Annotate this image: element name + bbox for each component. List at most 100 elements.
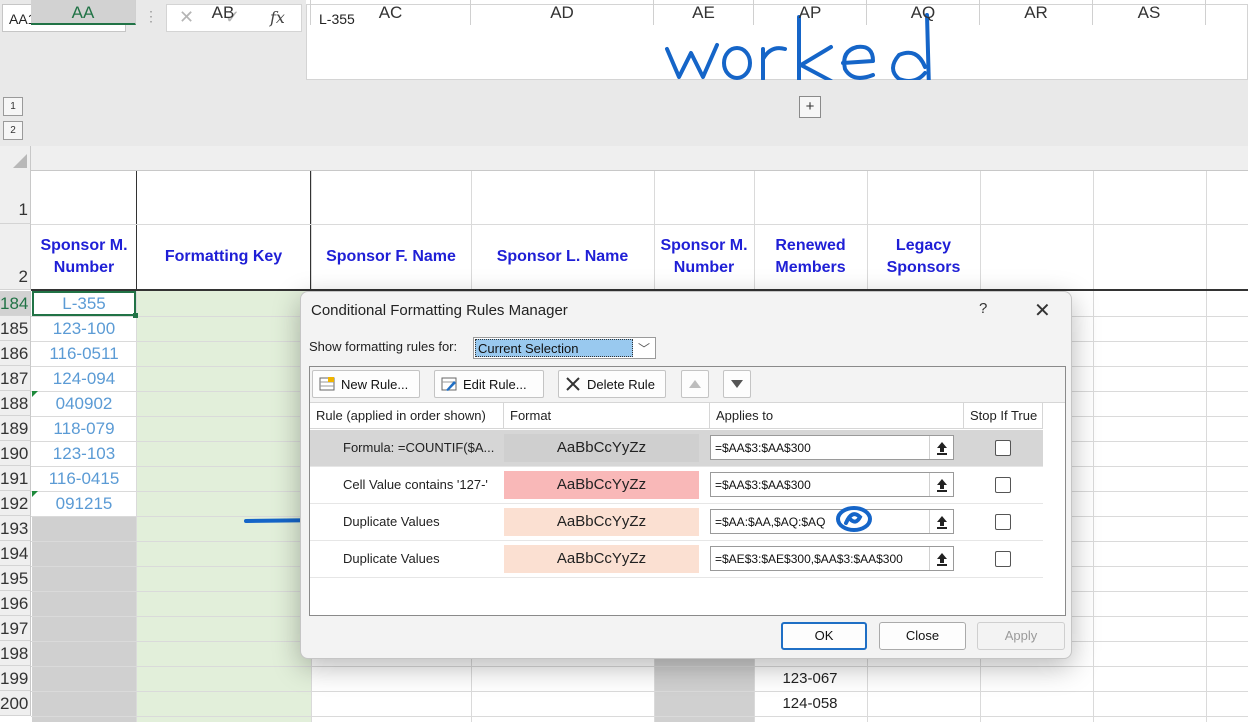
- column-header-rule[interactable]: Rule (applied in order shown): [310, 403, 504, 429]
- collapse-dialog-button[interactable]: [929, 510, 953, 533]
- row-header[interactable]: 196: [0, 591, 31, 616]
- row-header[interactable]: 198: [0, 641, 31, 666]
- cell-aa[interactable]: 116-0511: [32, 341, 136, 366]
- row-header-1[interactable]: 1: [0, 171, 31, 224]
- collapse-dialog-button[interactable]: [929, 547, 953, 570]
- cell-aa[interactable]: 124-094: [32, 366, 136, 391]
- grid-line: [1093, 171, 1094, 722]
- stop-if-true-checkbox[interactable]: [995, 551, 1011, 567]
- column-header-next[interactable]: [1206, 0, 1248, 25]
- cell-aa[interactable]: 118-079: [32, 416, 136, 441]
- header-cell-aa[interactable]: Sponsor M. Number: [32, 224, 136, 290]
- cell-aa[interactable]: 123-100: [32, 316, 136, 341]
- stop-if-true-checkbox[interactable]: [995, 514, 1011, 530]
- applies-to-field[interactable]: =$AA$3:$AA$300: [710, 472, 954, 497]
- rule-description: Formula: =COUNTIF($A...: [343, 440, 495, 455]
- cell-aa[interactable]: 040902: [32, 391, 136, 416]
- upload-arrow-icon: [936, 478, 947, 492]
- column-header-applies-to[interactable]: Applies to: [710, 403, 964, 429]
- fill-handle[interactable]: [133, 313, 138, 318]
- header-text: Number: [53, 259, 115, 276]
- rule-row[interactable]: Cell Value contains '127-' AaBbCcYyZz =$…: [310, 467, 1043, 504]
- applies-to-field[interactable]: =$AA$3:$AA$300: [710, 435, 954, 460]
- cell-aa[interactable]: 116-0415: [32, 466, 136, 491]
- row-header[interactable]: 187: [0, 366, 31, 391]
- applies-to-value: =$AA$3:$AA$300: [715, 441, 811, 455]
- row-header[interactable]: 190: [0, 441, 31, 466]
- grid-line: [31, 716, 1248, 717]
- close-icon[interactable]: ✕: [1034, 298, 1051, 323]
- close-button[interactable]: Close: [879, 622, 966, 650]
- applies-to-value: =$AA$3:$AA$300: [715, 478, 811, 492]
- rules-panel: New Rule... Edit Rule... Delete Rule Rul…: [309, 366, 1066, 616]
- header-cell-ad[interactable]: Sponsor L. Name: [471, 224, 654, 290]
- row-header[interactable]: 188: [0, 391, 31, 416]
- help-icon[interactable]: ?: [979, 300, 987, 317]
- row-header[interactable]: 194: [0, 541, 31, 566]
- stop-if-true-checkbox[interactable]: [995, 440, 1011, 456]
- column-header-aq[interactable]: AQ: [867, 0, 980, 25]
- move-down-button[interactable]: [723, 370, 751, 398]
- column-header-aa[interactable]: AA: [31, 0, 136, 25]
- triangle-down-icon: [731, 380, 743, 388]
- header-text: Sponsor F. Name: [326, 248, 456, 265]
- row-header[interactable]: 184: [0, 291, 31, 316]
- active-cell[interactable]: L-355: [32, 291, 136, 316]
- column-header-ae[interactable]: AE: [654, 0, 754, 25]
- header-cell-ac[interactable]: Sponsor F. Name: [311, 224, 471, 290]
- select-all-button[interactable]: [0, 146, 31, 171]
- edit-rule-button[interactable]: Edit Rule...: [434, 370, 544, 398]
- format-preview: AaBbCcYyZz: [504, 434, 699, 462]
- row-header[interactable]: 186: [0, 341, 31, 366]
- applies-to-field[interactable]: =$AE$3:$AE$300,$AA$3:$AA$300: [710, 546, 954, 571]
- expand-group-button[interactable]: +: [799, 96, 821, 118]
- rule-row[interactable]: Duplicate Values AaBbCcYyZz =$AE$3:$AE$3…: [310, 541, 1043, 578]
- column-header-ad[interactable]: AD: [471, 0, 654, 25]
- header-text: Members: [775, 259, 846, 276]
- header-cell-aq[interactable]: Legacy Sponsors: [867, 224, 980, 290]
- column-header-ab[interactable]: AB: [136, 0, 311, 25]
- column-header-format[interactable]: Format: [504, 403, 710, 429]
- cell-ap[interactable]: 123-067: [754, 666, 866, 691]
- cell-aa[interactable]: 091215: [32, 491, 136, 516]
- rule-description: Duplicate Values: [343, 514, 440, 529]
- row-header[interactable]: 193: [0, 516, 31, 541]
- column-header-stop-if-true[interactable]: Stop If True: [964, 403, 1043, 429]
- row-header[interactable]: 189: [0, 416, 31, 441]
- outline-level-1-button[interactable]: 1: [3, 97, 23, 116]
- move-up-button[interactable]: [681, 370, 709, 398]
- rule-row[interactable]: Duplicate Values AaBbCcYyZz =$AA:$AA,$AQ…: [310, 504, 1043, 541]
- cell-aa[interactable]: 123-103: [32, 441, 136, 466]
- rule-description: Cell Value contains '127-': [343, 477, 488, 492]
- row-header-2[interactable]: 2: [0, 224, 31, 290]
- row-header[interactable]: 195: [0, 566, 31, 591]
- stop-if-true-checkbox[interactable]: [995, 477, 1011, 493]
- row-header[interactable]: 185: [0, 316, 31, 341]
- row-header[interactable]: 192: [0, 491, 31, 516]
- column-header-as[interactable]: AS: [1093, 0, 1206, 25]
- column-header-ac[interactable]: AC: [311, 0, 471, 25]
- collapse-dialog-button[interactable]: [929, 473, 953, 496]
- rule-row[interactable]: Formula: =COUNTIF($A... AaBbCcYyZz =$AA$…: [310, 430, 1043, 467]
- collapse-dialog-button[interactable]: [929, 436, 953, 459]
- error-indicator-icon[interactable]: [32, 391, 38, 397]
- header-cell-ap[interactable]: Renewed Members: [754, 224, 867, 290]
- row-header[interactable]: 197: [0, 616, 31, 641]
- cell-ap[interactable]: 124-058: [754, 691, 866, 716]
- show-rules-select[interactable]: Current Selection ﹀: [473, 337, 656, 359]
- ok-button[interactable]: OK: [781, 622, 867, 650]
- apply-button[interactable]: Apply: [977, 622, 1065, 650]
- column-header-ar[interactable]: AR: [980, 0, 1093, 25]
- delete-rule-button[interactable]: Delete Rule: [558, 370, 666, 398]
- chevron-down-icon[interactable]: ﹀: [638, 340, 650, 357]
- handwritten-circle-mark: [836, 506, 872, 532]
- header-cell-ae[interactable]: Sponsor M. Number: [654, 224, 754, 290]
- row-header[interactable]: 199: [0, 666, 31, 691]
- row-header[interactable]: 200: [0, 691, 31, 716]
- column-header-ap[interactable]: AP: [754, 0, 867, 25]
- row-header[interactable]: 191: [0, 466, 31, 491]
- error-indicator-icon[interactable]: [32, 491, 38, 497]
- outline-level-2-button[interactable]: 2: [3, 121, 23, 140]
- new-rule-button[interactable]: New Rule...: [312, 370, 420, 398]
- header-cell-ab[interactable]: Formatting Key: [137, 224, 310, 290]
